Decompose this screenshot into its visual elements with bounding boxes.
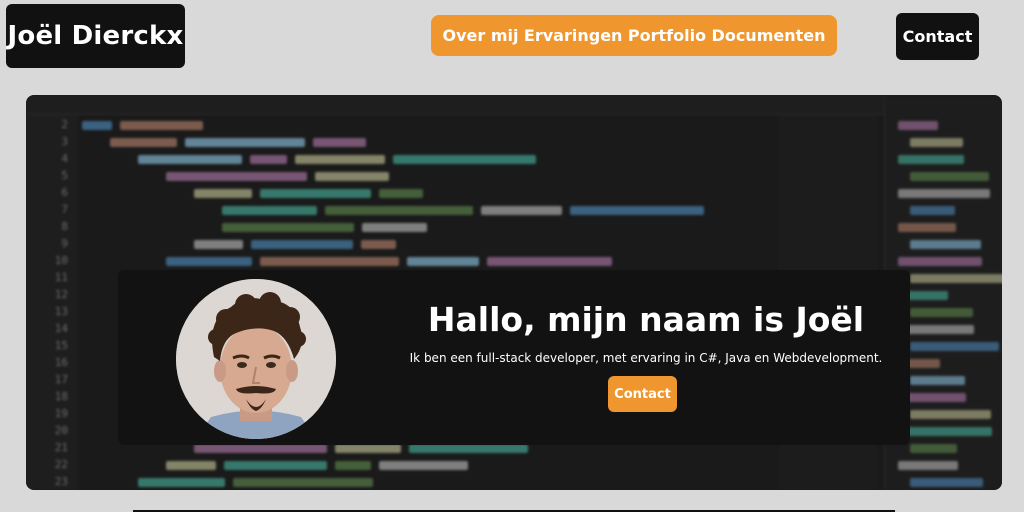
nav-item-over-mij[interactable]: Over mij <box>442 26 518 45</box>
avatar <box>176 279 336 439</box>
brand-logo[interactable]: Joël Dierckx <box>6 4 185 68</box>
hero-contact-button[interactable]: Contact <box>608 376 677 412</box>
profile-photo <box>176 279 336 439</box>
hero-card: Hallo, mijn naam is Joël Ik ben een full… <box>118 270 910 445</box>
main-nav: Over mij Ervaringen Portfolio Documenten <box>431 15 837 56</box>
nav-item-ervaringen[interactable]: Ervaringen <box>524 26 623 45</box>
nav-item-portfolio[interactable]: Portfolio <box>628 26 706 45</box>
hero-section: 2 3 4 5 6 7 8 9 10 11 12 13 14 15 16 17 18 19 20 21 22 23 <box>26 95 1002 490</box>
hero-subtitle: Ik ben een full-stack developer, met erv… <box>409 351 883 365</box>
nav-item-documenten[interactable]: Documenten <box>712 26 826 45</box>
hero-title: Hallo, mijn naam is Joël <box>427 300 865 339</box>
contact-button[interactable]: Contact <box>896 13 979 60</box>
